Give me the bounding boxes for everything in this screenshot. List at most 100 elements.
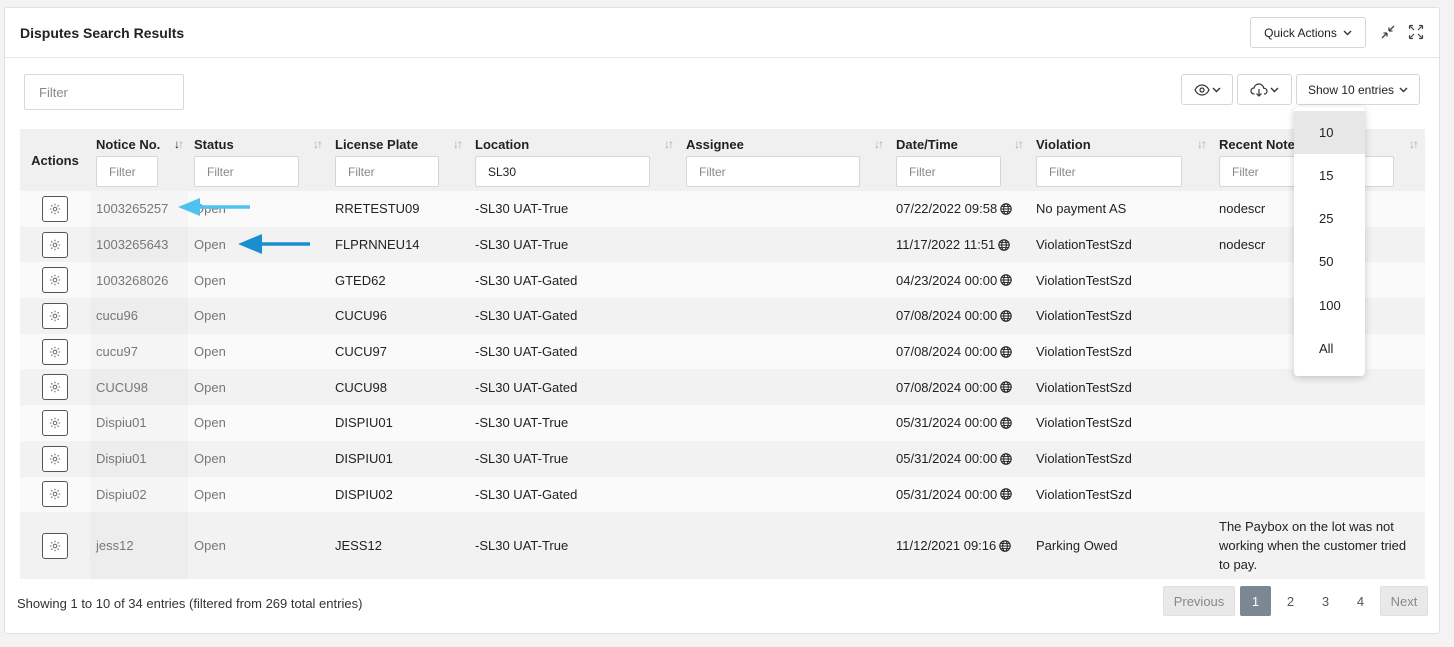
datetime-text: 07/08/2024 00:00	[896, 379, 998, 395]
sort-icon[interactable]: ↓↑	[1197, 137, 1207, 151]
column-header-location[interactable]: Location ↓↑	[469, 129, 680, 191]
row-actions-button[interactable]	[42, 302, 68, 329]
column-header-status[interactable]: Status ↓↑	[188, 129, 329, 191]
globe-icon	[1000, 203, 1012, 215]
row-actions-button[interactable]	[42, 231, 68, 258]
location-cell: -SL30 UAT-Gated	[475, 272, 578, 288]
notice-number-cell[interactable]: 1003265643	[90, 227, 188, 263]
next-page-button[interactable]: Next	[1380, 586, 1428, 616]
entries-option-15[interactable]: 15	[1294, 154, 1365, 197]
notice-number-cell[interactable]: Dispiu02	[90, 477, 188, 513]
sort-icon[interactable]: ↓↑	[1409, 137, 1419, 151]
quick-actions-button[interactable]: Quick Actions	[1250, 17, 1366, 48]
column-filter-input[interactable]	[686, 156, 860, 187]
table-header-row: ActionsNotice No.↓↑Status↓↑License Plate…	[20, 129, 1425, 191]
expand-icon[interactable]	[1408, 24, 1424, 40]
license-plate-cell: CUCU98	[335, 379, 388, 395]
notice-number-cell[interactable]: 1003268026	[90, 262, 188, 298]
table-row: Dispiu01 Open DISPIU01 -SL30 UAT-True 05/31/…	[20, 440, 1425, 477]
row-actions-button[interactable]	[42, 481, 68, 508]
annotation-arrow-dark	[238, 234, 310, 254]
violation-cell: ViolationTestSzd	[1036, 308, 1132, 324]
globe-icon	[1000, 381, 1012, 394]
license-plate-cell: DISPIU01	[335, 415, 393, 431]
notice-number-cell[interactable]: 1003265257	[90, 191, 188, 227]
column-header-date-time[interactable]: Date/Time ↓↑	[890, 129, 1030, 191]
status-cell: Open	[194, 344, 226, 360]
notice-number-cell[interactable]: cucu97	[90, 334, 188, 370]
status-cell: Open	[194, 308, 226, 324]
notice-number-cell[interactable]: jess12	[90, 512, 188, 579]
sort-icon[interactable]: ↓↑	[874, 137, 884, 151]
entries-option-25[interactable]: 25	[1294, 197, 1365, 240]
sort-icon[interactable]: ↓↑	[453, 137, 463, 151]
entries-info: Showing 1 to 10 of 34 entries (filtered …	[17, 596, 363, 611]
notice-number-cell[interactable]: CUCU98	[90, 369, 188, 405]
column-filter-input[interactable]	[194, 156, 299, 187]
entries-option-50[interactable]: 50	[1294, 240, 1365, 283]
card-header: Disputes Search Results Quick Actions	[5, 8, 1439, 58]
assignee-cell	[680, 512, 890, 579]
status-cell: Open	[194, 486, 226, 502]
sort-icon[interactable]: ↓↑	[1014, 137, 1024, 151]
datetime-cell: 04/23/2024 00:00	[890, 262, 1030, 298]
sort-icon[interactable]: ↓↑	[174, 137, 184, 151]
collapse-icon[interactable]	[1380, 24, 1396, 40]
table-row: cucu96 Open CUCU96 -SL30 UAT-Gated 07/08/202…	[20, 298, 1425, 334]
recent-note-cell	[1213, 441, 1425, 477]
column-filter-input[interactable]	[96, 156, 158, 187]
actions-cell	[20, 262, 90, 298]
entries-dropdown-menu: 10 15 25 50 100 All	[1294, 107, 1365, 376]
entries-option-all[interactable]: All	[1294, 327, 1365, 370]
license-plate-cell: FLPRNNEU14	[335, 237, 420, 253]
table-row: 1003268026 Open GTED62 -SL30 UAT-Gated 04/23…	[20, 262, 1425, 299]
column-visibility-button[interactable]	[1181, 74, 1233, 105]
chevron-down-icon	[1270, 87, 1279, 92]
column-header-actions: Actions	[20, 129, 90, 191]
column-header-notice-no[interactable]: Notice No. ↓↑	[90, 129, 188, 191]
row-actions-button[interactable]	[42, 409, 68, 436]
status-cell: Open	[194, 379, 226, 395]
previous-page-button[interactable]: Previous	[1163, 586, 1235, 616]
row-actions-button[interactable]	[42, 445, 68, 472]
row-actions-button[interactable]	[42, 338, 68, 365]
column-header-assignee[interactable]: Assignee ↓↑	[680, 129, 890, 191]
show-entries-button[interactable]: Show 10 entries	[1296, 74, 1420, 105]
column-filter-input[interactable]	[335, 156, 439, 187]
entries-option-100[interactable]: 100	[1294, 284, 1365, 327]
notice-number-cell[interactable]: cucu96	[90, 298, 188, 334]
notice-number-cell[interactable]: Dispiu01	[90, 405, 188, 441]
page-2-button[interactable]: 2	[1275, 586, 1306, 616]
page-1-button[interactable]: 1	[1240, 586, 1271, 616]
global-filter-input[interactable]	[24, 74, 184, 110]
row-actions-button[interactable]	[42, 532, 68, 559]
actions-cell	[20, 298, 90, 334]
table-row: Dispiu01 Open DISPIU01 -SL30 UAT-True 05/31/…	[20, 405, 1425, 441]
chevron-down-icon	[1343, 30, 1352, 35]
row-actions-button[interactable]	[42, 267, 68, 294]
page-4-button[interactable]: 4	[1345, 586, 1376, 616]
column-filter-input[interactable]	[896, 156, 1001, 187]
table-row: jess12 Open JESS12 -SL30 UAT-True 11/12/2021…	[20, 512, 1425, 580]
column-header-violation[interactable]: Violation ↓↑	[1030, 129, 1213, 191]
row-actions-button[interactable]	[42, 195, 68, 222]
column-filter-input[interactable]	[475, 156, 650, 187]
datetime-cell: 07/08/2024 00:00	[890, 369, 1030, 405]
entries-option-10[interactable]: 10	[1294, 111, 1365, 154]
notice-number-cell[interactable]: Dispiu01	[90, 441, 188, 477]
column-header-license-plate[interactable]: License Plate ↓↑	[329, 129, 469, 191]
sort-icon[interactable]: ↓↑	[664, 137, 674, 151]
column-header-label: Status	[194, 137, 234, 152]
export-button[interactable]	[1237, 74, 1292, 105]
row-actions-button[interactable]	[42, 374, 68, 401]
sort-icon[interactable]: ↓↑	[313, 137, 323, 151]
assignee-cell	[680, 405, 890, 441]
location-cell: -SL30 UAT-True	[475, 538, 569, 554]
page-3-button[interactable]: 3	[1310, 586, 1341, 616]
column-header-label: License Plate	[335, 137, 419, 152]
license-plate-cell: CUCU96	[335, 308, 388, 324]
column-filter-input[interactable]	[1036, 156, 1182, 187]
violation-cell: ViolationTestSzd	[1036, 486, 1132, 502]
datetime-cell: 07/22/2022 09:58	[890, 191, 1030, 227]
gear-icon	[49, 540, 61, 551]
